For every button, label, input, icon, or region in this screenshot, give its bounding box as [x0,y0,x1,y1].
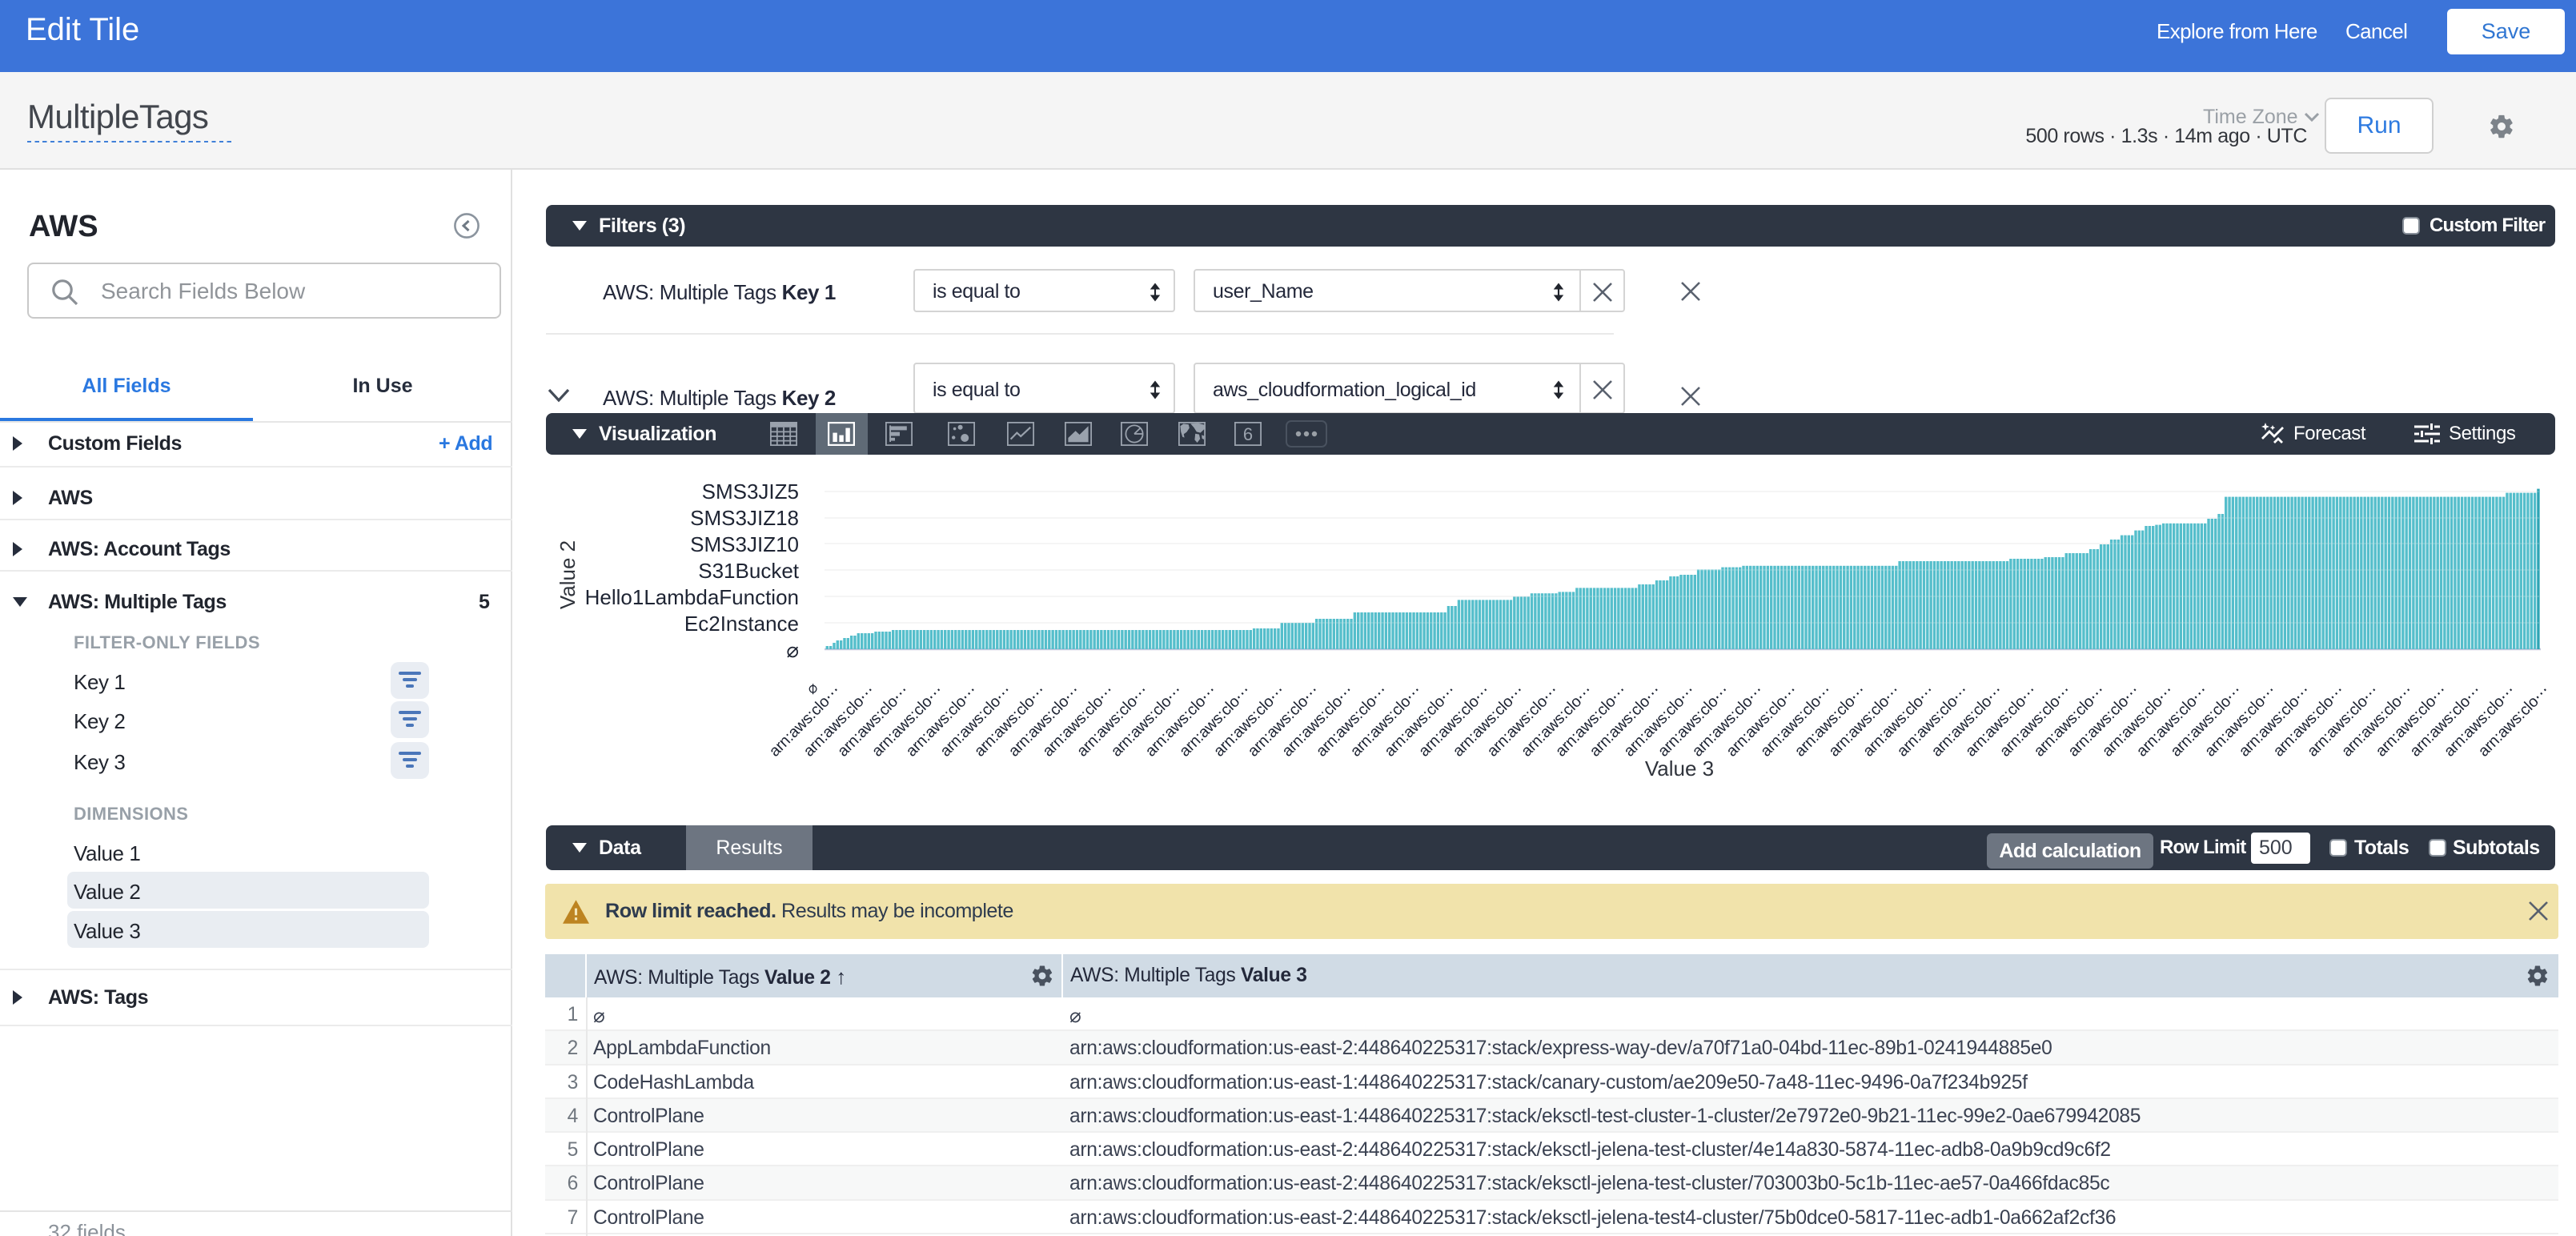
svg-text:SMS3JIZ5: SMS3JIZ5 [702,480,799,504]
svg-text:SMS3JIZ18: SMS3JIZ18 [690,506,799,530]
svg-text:Hello1LambdaFunction: Hello1LambdaFunction [585,585,799,609]
svg-text:Ec2Instance: Ec2Instance [684,612,799,636]
svg-text:SMS3JIZ10: SMS3JIZ10 [690,532,799,556]
svg-text:6: 6 [1243,424,1253,444]
svg-text:Value 2: Value 2 [556,540,580,609]
svg-text:Value 3: Value 3 [1645,756,1714,781]
svg-text:⌀: ⌀ [786,638,799,662]
svg-text:S31Bucket: S31Bucket [698,559,800,583]
